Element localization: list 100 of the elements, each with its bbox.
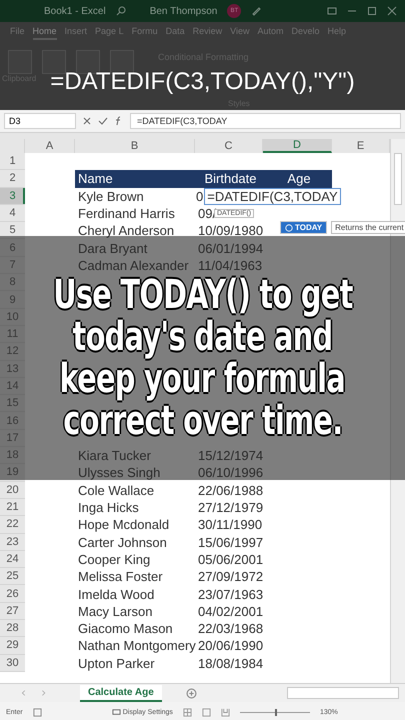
table-cell: 10/09/1980 [198,223,264,238]
table-cell: Hope Mcdonald [78,517,170,532]
row-number: 22 [0,516,25,534]
maximize-icon [367,6,377,16]
row-number: 10 [0,308,25,326]
table-cell: 06/01/1994 [198,240,264,256]
zoom-slider-thumb[interactable] [274,708,277,716]
table-cell: Nathan Montgomery [78,638,196,654]
row-number: 2 [0,170,25,188]
row-number: 14 [0,378,25,396]
table-cell: Cheryl Anderson [78,223,174,238]
table-cell: Macy Larson [78,604,152,619]
table-cell: 05/06/2001 [198,552,264,567]
page-layout-icon [202,708,211,716]
table-cell: 15/06/1997 [198,534,264,550]
cancel-icon [82,116,92,126]
scrollbar-thumb[interactable] [394,153,402,205]
caption-text: today's date and [72,316,332,358]
table-cell: 06/10/1996 [198,465,264,480]
row-number: 7 [0,256,25,274]
column-header[interactable]: B [75,139,195,153]
row-number: 25 [0,568,25,586]
add-sheet-icon [186,688,197,698]
normal-view-icon [182,708,192,716]
table-cell: Melissa Foster [78,569,163,584]
table-cell: Imelda Wood [78,586,154,602]
horizontal-scrollbar[interactable] [287,687,399,699]
column-heading: Name [75,170,195,188]
page-break-icon [220,708,230,716]
caption-text: =DATEDIF(C3,TODAY(),"Y") [50,68,355,96]
pen-icon [251,6,262,16]
table-cell: 04/02/2001 [198,604,264,619]
table-cell: Upton Parker [78,656,155,671]
row-number: 30 [0,654,25,672]
sheet-tab[interactable]: Calculate Age [80,684,162,702]
column-header[interactable]: A [25,139,75,153]
table-cell: Inga Hicks [78,500,139,516]
table-cell: Carter Johnson [78,534,167,550]
caption-text: keep your formula [60,358,346,400]
caption-text: Use TODAY() to get [52,274,352,316]
table-cell: 11/04/1963 [198,258,262,273]
row-number: 8 [0,274,25,292]
row-number: 11 [0,326,25,344]
table-cell: 30/11/1990 [198,517,262,532]
cell-editor[interactable]: =DATEDIF(C3,TODAY [204,188,341,205]
user-name: Ben Thompson [150,6,218,16]
row-number: 5 [0,222,25,240]
table-cell: 0 [196,188,204,204]
close-icon [387,6,397,16]
table-cell: 18/08/1984 [198,656,264,671]
ribbon-display-icon [327,6,337,16]
row-number: 27 [0,602,25,620]
table-cell: 22/06/1988 [198,482,264,498]
caption-text: correct over time. [62,400,342,442]
table-cell: 27/09/1972 [198,569,264,584]
display-icon [112,708,121,716]
row-number: 28 [0,620,25,638]
row-number: 18 [0,447,25,464]
table-cell-text: Kyle Brown [77,188,145,205]
table-cell: Giacomo Mason [78,621,173,636]
table-cell: Cadman Alexander [78,258,189,273]
table-cell: 20/06/1990 [198,638,264,654]
row-number: 29 [0,637,25,655]
name-box[interactable]: D3 [4,113,76,129]
row-number: 4 [0,204,25,222]
row-number: 21 [0,498,25,516]
next-sheet-icon [40,689,48,697]
row-number: 19 [0,464,25,482]
window-title: Book1 - Excel [44,6,106,16]
row-number: 24 [0,550,25,568]
row-number: 15 [0,395,25,412]
column-header[interactable]: D [263,139,332,153]
row-number: 16 [0,412,25,430]
column-heading: Age [263,170,332,188]
row-number: 1 [0,153,25,170]
table-cell: 27/12/1979 [198,500,264,516]
row-number: 13 [0,360,25,378]
table-cell: Kiara Tucker [78,448,151,464]
ribbon-tab[interactable]: Home [32,26,57,40]
table-cell: 15/12/1974 [198,448,264,464]
table-cell: Ulysses Singh [78,465,160,480]
table-cell: Cooper King [78,552,150,567]
table-cell: Ferdinand Harris [78,206,175,222]
search-icon [116,6,126,16]
row-number: 6 [0,239,25,257]
autocomplete-description: Returns the current [331,221,405,234]
formula-field[interactable]: =DATEDIF(C3,TODAY [130,113,401,129]
row-number: 3 [0,188,25,205]
table-cell: Cole Wallace [78,482,154,498]
table-cell: 23/07/1963 [198,586,264,602]
row-number: 26 [0,585,25,603]
table-cell: Dara Bryant [78,240,148,256]
row-number: 20 [0,482,25,499]
row-number: 17 [0,430,25,448]
row-number: 9 [0,291,25,309]
table-cell: 22/03/1968 [198,621,264,636]
check-icon [98,116,108,126]
column-heading: Birthdate [195,170,263,188]
autocomplete-item[interactable]: TODAY [280,221,328,234]
previous-sheet-icon [20,689,28,697]
